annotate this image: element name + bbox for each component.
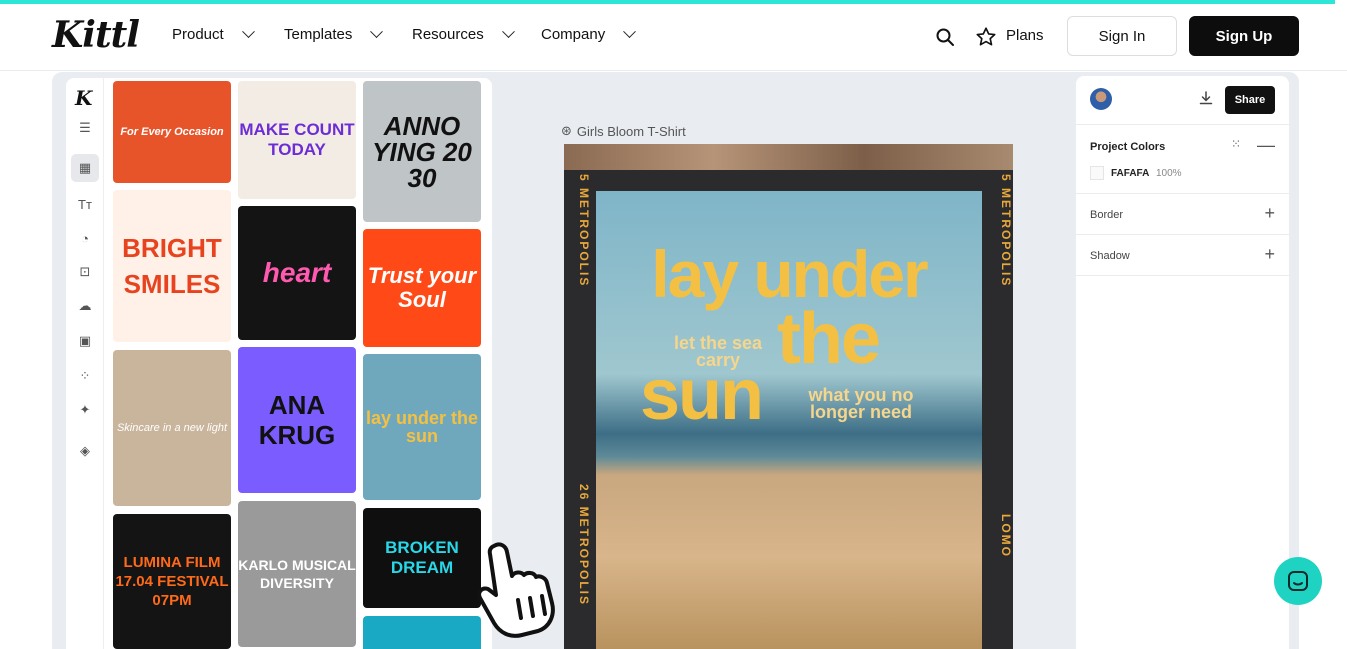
- nav-templates-label: Templates: [284, 26, 353, 43]
- template-card-text: Skincare in a new light: [116, 422, 228, 434]
- rail-logo: K: [75, 86, 93, 110]
- template-card-text: MAKE COUNT TODAY: [239, 120, 355, 159]
- template-card-text: LUMINA FILM 17.04 FESTIVAL 07PM: [115, 554, 229, 609]
- ai-sparkle-icon[interactable]: ✦: [75, 400, 95, 420]
- search-icon[interactable]: [935, 27, 955, 47]
- color-swatch[interactable]: [1090, 166, 1104, 180]
- chat-launcher-button[interactable]: [1274, 557, 1322, 605]
- template-card-text: BROKEN DREAM: [385, 538, 459, 577]
- template-card[interactable]: ANNO YING 20 30: [363, 81, 481, 222]
- menu-icon[interactable]: ☰: [75, 118, 95, 138]
- poster-side-text-left: 5 METROPOLIS: [577, 174, 591, 288]
- canvas-title[interactable]: ⊛ Girls Bloom T-Shirt: [561, 123, 686, 139]
- template-card[interactable]: lay under the sun: [363, 354, 481, 500]
- expand-icon[interactable]: ⁙: [1231, 137, 1241, 151]
- poster-subtext-right: what you no longer need: [808, 385, 914, 422]
- hand-cursor-icon: [477, 542, 555, 638]
- template-card-text: ANNO YING 20 30: [372, 110, 472, 193]
- template-card[interactable]: Trust your Soul: [363, 229, 481, 347]
- chevron-down-icon: [241, 25, 255, 39]
- template-card[interactable]: [363, 616, 481, 649]
- template-card[interactable]: Skincare in a new light: [113, 350, 231, 506]
- grid-icon[interactable]: ⁘: [75, 366, 95, 386]
- color-opacity[interactable]: 100%: [1156, 168, 1182, 179]
- component-icon: ⊛: [561, 123, 572, 138]
- border-section[interactable]: Border +: [1076, 193, 1289, 235]
- sign-in-button[interactable]: Sign In: [1067, 16, 1177, 56]
- nav-resources[interactable]: Resources: [412, 25, 515, 43]
- tool-rail: K ☰ ▦ Tт ◔ ⊡ ☁ ▣ ⁘ ✦ ◈: [66, 78, 104, 649]
- nav-templates[interactable]: Templates: [284, 25, 384, 43]
- shadow-section[interactable]: Shadow +: [1076, 234, 1289, 276]
- properties-panel: Share Project Colors ⁙ — FAFAFA 100% Bor…: [1076, 76, 1289, 649]
- chevron-down-icon: [501, 25, 515, 39]
- kittl-logo[interactable]: Kittl: [52, 14, 140, 56]
- shapes-icon[interactable]: ◔: [75, 228, 95, 248]
- template-card[interactable]: heart: [238, 206, 356, 340]
- template-card-text: ANA KRUG: [258, 390, 336, 450]
- add-border-icon[interactable]: +: [1264, 203, 1275, 224]
- editor-preview: K ☰ ▦ Tт ◔ ⊡ ☁ ▣ ⁘ ✦ ◈ For Every Occasio…: [0, 72, 1347, 649]
- nav-product[interactable]: Product: [172, 25, 255, 43]
- project-colors-title: Project Colors: [1090, 141, 1166, 153]
- nav-product-label: Product: [172, 26, 224, 43]
- template-card-text: Trust your Soul: [367, 263, 477, 312]
- editor-window: K ☰ ▦ Tт ◔ ⊡ ☁ ▣ ⁘ ✦ ◈ For Every Occasio…: [52, 72, 1299, 649]
- template-card[interactable]: KARLO MUSICAL DIVERSITY: [238, 501, 356, 647]
- project-colors-section: Project Colors ⁙ — FAFAFA 100%: [1076, 124, 1289, 194]
- template-card-text: For Every Occasion: [120, 126, 224, 138]
- nav-resources-label: Resources: [412, 26, 484, 43]
- template-card-text: BRIGHT SMILES: [122, 233, 222, 299]
- canvas-title-text: Girls Bloom T-Shirt: [576, 123, 686, 139]
- template-card[interactable]: LUMINA FILM 17.04 FESTIVAL 07PM: [113, 514, 231, 649]
- add-shadow-icon[interactable]: +: [1264, 244, 1275, 265]
- nav-company[interactable]: Company: [541, 25, 637, 43]
- templates-icon[interactable]: ▦: [71, 154, 99, 182]
- top-navigation: Kittl Product Templates Resources Compan…: [0, 4, 1347, 71]
- chat-icon: [1288, 571, 1308, 591]
- template-card[interactable]: BROKEN DREAM: [363, 508, 481, 608]
- poster-headline-line1: lay under: [651, 237, 928, 311]
- color-hex[interactable]: FAFAFA: [1111, 168, 1149, 179]
- template-card-text: lay under the sun: [365, 408, 479, 446]
- poster-side-text-right: 5 METROPOLIS: [999, 174, 1013, 288]
- text-icon[interactable]: Tт: [75, 194, 95, 214]
- collapse-icon[interactable]: —: [1257, 135, 1275, 156]
- image-icon[interactable]: ▣: [75, 331, 95, 351]
- star-icon[interactable]: [975, 26, 997, 48]
- plans-link[interactable]: Plans: [1006, 27, 1044, 44]
- template-card-text: heart: [262, 257, 332, 288]
- design-poster[interactable]: 5 METROPOLIS 5 METROPOLIS 26 METROPOLIS …: [564, 144, 1013, 649]
- template-card[interactable]: BRIGHT SMILES: [113, 190, 231, 342]
- chevron-down-icon: [370, 25, 384, 39]
- sign-up-button[interactable]: Sign Up: [1189, 16, 1299, 56]
- elements-icon[interactable]: ⊡: [75, 262, 95, 282]
- poster-subtext-left: let the sea carry: [673, 333, 763, 370]
- share-button[interactable]: Share: [1225, 86, 1275, 114]
- poster-top-photo-strip: [564, 144, 1013, 170]
- poster-side-text-left-bottom: 26 METROPOLIS: [577, 484, 591, 607]
- shadow-title: Shadow: [1090, 250, 1130, 262]
- layers-icon[interactable]: ◈: [75, 441, 95, 461]
- beach-photo: lay under the sun let the sea carry what…: [596, 191, 982, 649]
- upload-icon[interactable]: ☁: [75, 296, 95, 316]
- download-icon[interactable]: [1198, 90, 1214, 106]
- templates-panel: For Every Occasion MAKE COUNT TODAY ANNO…: [104, 78, 492, 649]
- template-card[interactable]: ANA KRUG: [238, 347, 356, 493]
- chevron-down-icon: [623, 25, 637, 39]
- nav-company-label: Company: [541, 26, 606, 43]
- template-card[interactable]: MAKE COUNT TODAY: [238, 81, 356, 199]
- poster-side-text-right-bottom: LOMO: [999, 514, 1013, 558]
- border-title: Border: [1090, 209, 1124, 221]
- template-card-text: KARLO MUSICAL DIVERSITY: [238, 557, 356, 591]
- template-card[interactable]: For Every Occasion: [113, 81, 231, 183]
- avatar[interactable]: [1090, 88, 1112, 110]
